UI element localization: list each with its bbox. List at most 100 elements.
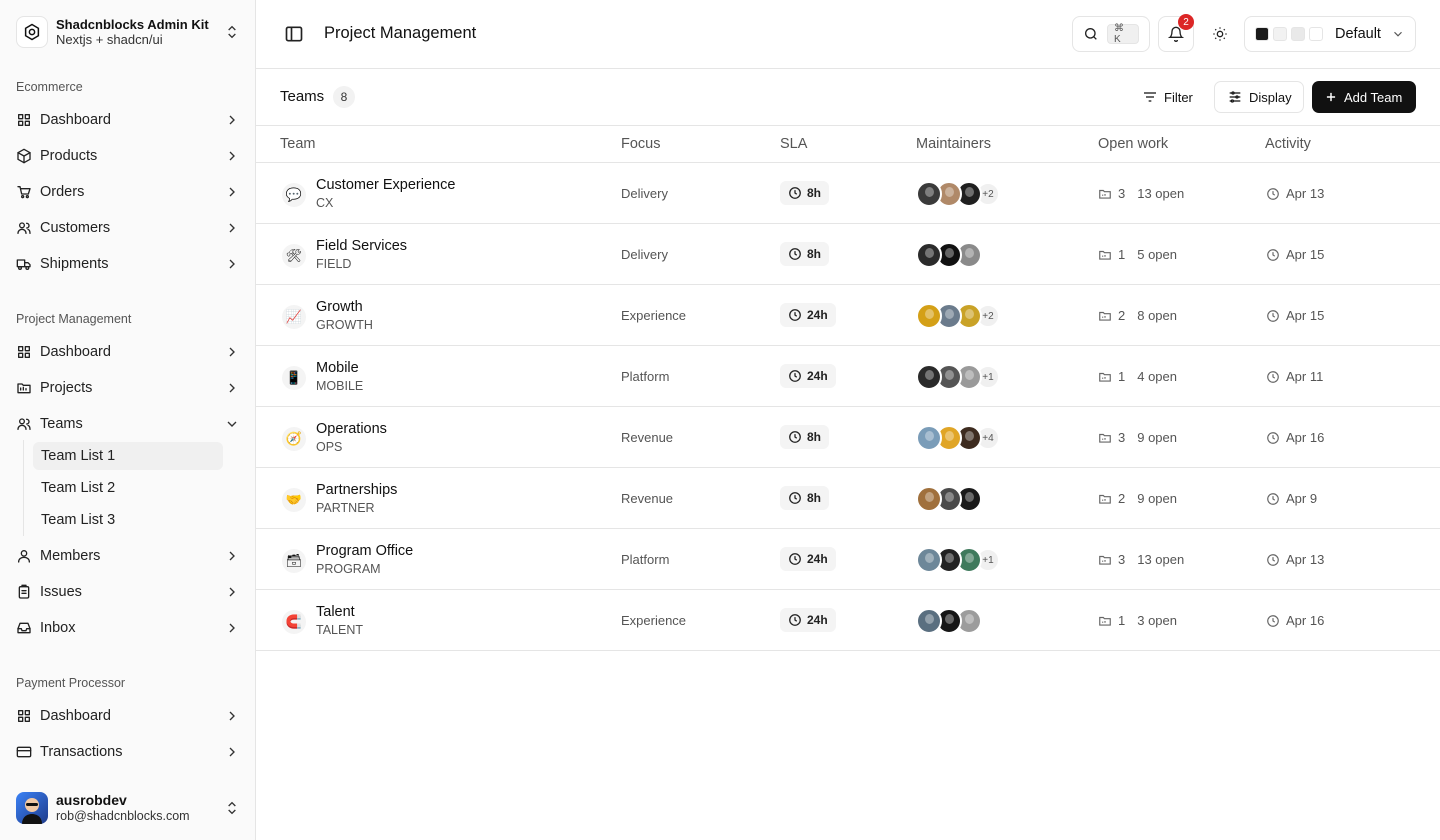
folder-icon: [1098, 614, 1112, 628]
table-row[interactable]: 🤝 Partnerships PARTNER Revenue 8h 2 9 open Apr …: [256, 468, 1440, 529]
clock-icon: [788, 552, 807, 566]
sidebar-item-dashboard[interactable]: Dashboard: [8, 104, 248, 136]
sidebar-item-members[interactable]: Members: [8, 540, 248, 572]
maintainer-avatar[interactable]: [916, 242, 942, 268]
team-emoji-icon: 🧲: [282, 610, 306, 634]
sidebar-item-teams[interactable]: Teams: [8, 408, 248, 440]
filter-button[interactable]: Filter: [1132, 81, 1203, 113]
sidebar-item-projects[interactable]: Projects: [8, 372, 248, 404]
team-name[interactable]: Talent: [316, 604, 355, 620]
maintainer-avatar[interactable]: [916, 486, 942, 512]
search-button[interactable]: ⌘ K: [1072, 16, 1150, 52]
sidebar-item-dashboard[interactable]: Dashboard: [8, 700, 248, 732]
truck-icon: [16, 256, 32, 272]
sidebar-item-shipments[interactable]: Shipments: [8, 248, 248, 280]
table-row[interactable]: 📈 Growth GROWTH Experience 24h +2 2 8 open Apr 1…: [256, 285, 1440, 346]
add-team-label: Add Team: [1344, 89, 1403, 105]
maintainer-avatar[interactable]: [916, 364, 942, 390]
chevron-right-icon: [224, 584, 240, 600]
sidebar-item-label: Dashboard: [40, 708, 111, 724]
sidebar-item-dashboard[interactable]: Dashboard: [8, 336, 248, 368]
team-name[interactable]: Operations: [316, 421, 387, 437]
sidebar-subitem-team-list-1[interactable]: Team List 1: [33, 442, 223, 470]
team-focus: Experience: [621, 613, 687, 628]
clock-icon: [788, 308, 807, 322]
table-row[interactable]: 💬 Customer Experience CX Delivery 8h +2 3 13 op…: [256, 163, 1440, 224]
sidebar-item-label: Orders: [40, 184, 85, 200]
project-count: 3: [1118, 430, 1126, 445]
nav-group-label: Ecommerce: [16, 80, 83, 94]
table-row[interactable]: 🧲 Talent TALENT Experience 24h 1 3 open Apr 16: [256, 590, 1440, 651]
sla-badge: 8h: [780, 242, 830, 266]
box-icon: [16, 148, 32, 164]
column-focus[interactable]: Focus: [621, 136, 661, 152]
display-button[interactable]: Display: [1214, 81, 1304, 113]
team-code: CX: [316, 196, 334, 210]
sidebar-item-orders[interactable]: Orders: [8, 176, 248, 208]
chevron-right-icon: [224, 184, 240, 200]
theme-palette-select[interactable]: Default: [1244, 16, 1416, 52]
table-row[interactable]: 🧭 Operations OPS Revenue 8h +4 3 9 open Apr 16: [256, 407, 1440, 468]
sidebar-item-products[interactable]: Products: [8, 140, 248, 172]
activity-date: Apr 16: [1286, 430, 1325, 445]
column-team[interactable]: Team: [280, 136, 315, 152]
column-open-work[interactable]: Open work: [1098, 136, 1168, 152]
clock-icon: [1266, 187, 1286, 201]
maintainers-stack: [916, 486, 982, 512]
clock-icon: [788, 369, 807, 383]
clipboard-icon: [16, 584, 32, 600]
sidebar-toggle-icon[interactable]: [284, 24, 304, 44]
sidebar-item-label: Issues: [40, 584, 82, 600]
nav-group-label: Payment Processor: [16, 676, 126, 690]
team-name[interactable]: Field Services: [316, 238, 407, 254]
user-menu[interactable]: ausrobdev rob@shadcnblocks.com: [8, 784, 248, 832]
swatch-3: [1291, 27, 1305, 41]
add-team-button[interactable]: Add Team: [1312, 81, 1416, 113]
user-email: rob@shadcnblocks.com: [56, 809, 190, 823]
team-focus: Revenue: [621, 430, 674, 445]
sidebar-item-issues[interactable]: Issues: [8, 576, 248, 608]
maintainer-avatar[interactable]: [916, 425, 942, 451]
team-name[interactable]: Program Office: [316, 543, 413, 559]
team-name[interactable]: Partnerships: [316, 482, 397, 498]
open-work: 3 13 open: [1098, 552, 1184, 567]
maintainer-avatar[interactable]: [916, 547, 942, 573]
swatch-2: [1273, 27, 1287, 41]
table-row[interactable]: 📱 Mobile MOBILE Platform 24h +1 1 4 open Apr 11: [256, 346, 1440, 407]
team-name[interactable]: Growth: [316, 299, 363, 315]
sidebar-item-label: Products: [40, 148, 98, 164]
open-work: 2 8 open: [1098, 308, 1177, 323]
theme-toggle-button[interactable]: [1206, 20, 1234, 48]
card-icon: [16, 744, 32, 760]
sidebar-subitem-team-list-2[interactable]: Team List 2: [33, 474, 223, 502]
table-row[interactable]: 🗃 Program Office PROGRAM Platform 24h +1 3 13 o…: [256, 529, 1440, 590]
brand-switcher[interactable]: Shadcnblocks Admin Kit Nextjs + shadcn/u…: [8, 8, 248, 56]
main-content: Project Management ⌘ K 2 Default Teams 8…: [256, 0, 1440, 840]
table-row[interactable]: 🛠 Field Services FIELD Delivery 8h 1 5 open Apr…: [256, 224, 1440, 285]
notifications-button[interactable]: 2: [1158, 14, 1194, 52]
sidebar-item-transactions[interactable]: Transactions: [8, 736, 248, 768]
team-code: TALENT: [316, 623, 363, 637]
top-bar: Project Management ⌘ K 2 Default: [256, 0, 1440, 69]
submenu-line: [23, 440, 24, 536]
sidebar-item-inbox[interactable]: Inbox: [8, 612, 248, 644]
user-name: ausrobdev: [56, 792, 127, 808]
sla-badge: 8h: [780, 181, 830, 205]
sidebar-subitem-team-list-3[interactable]: Team List 3: [33, 506, 223, 534]
filter-label: Filter: [1164, 89, 1193, 105]
column-sla[interactable]: SLA: [780, 136, 807, 152]
users-icon: [16, 416, 32, 432]
column-maintainers[interactable]: Maintainers: [916, 136, 991, 152]
team-name[interactable]: Mobile: [316, 360, 359, 376]
team-name[interactable]: Customer Experience: [316, 177, 455, 193]
maintainers-stack: +1: [916, 547, 1000, 573]
maintainers-stack: +2: [916, 181, 1000, 207]
sla-badge: 24h: [780, 303, 836, 327]
plus-icon: [1324, 90, 1338, 104]
column-activity[interactable]: Activity: [1265, 136, 1311, 152]
sidebar-item-customers[interactable]: Customers: [8, 212, 248, 244]
maintainer-avatar[interactable]: [916, 608, 942, 634]
maintainer-avatar[interactable]: [916, 303, 942, 329]
sliders-icon: [1227, 89, 1243, 105]
maintainer-avatar[interactable]: [916, 181, 942, 207]
